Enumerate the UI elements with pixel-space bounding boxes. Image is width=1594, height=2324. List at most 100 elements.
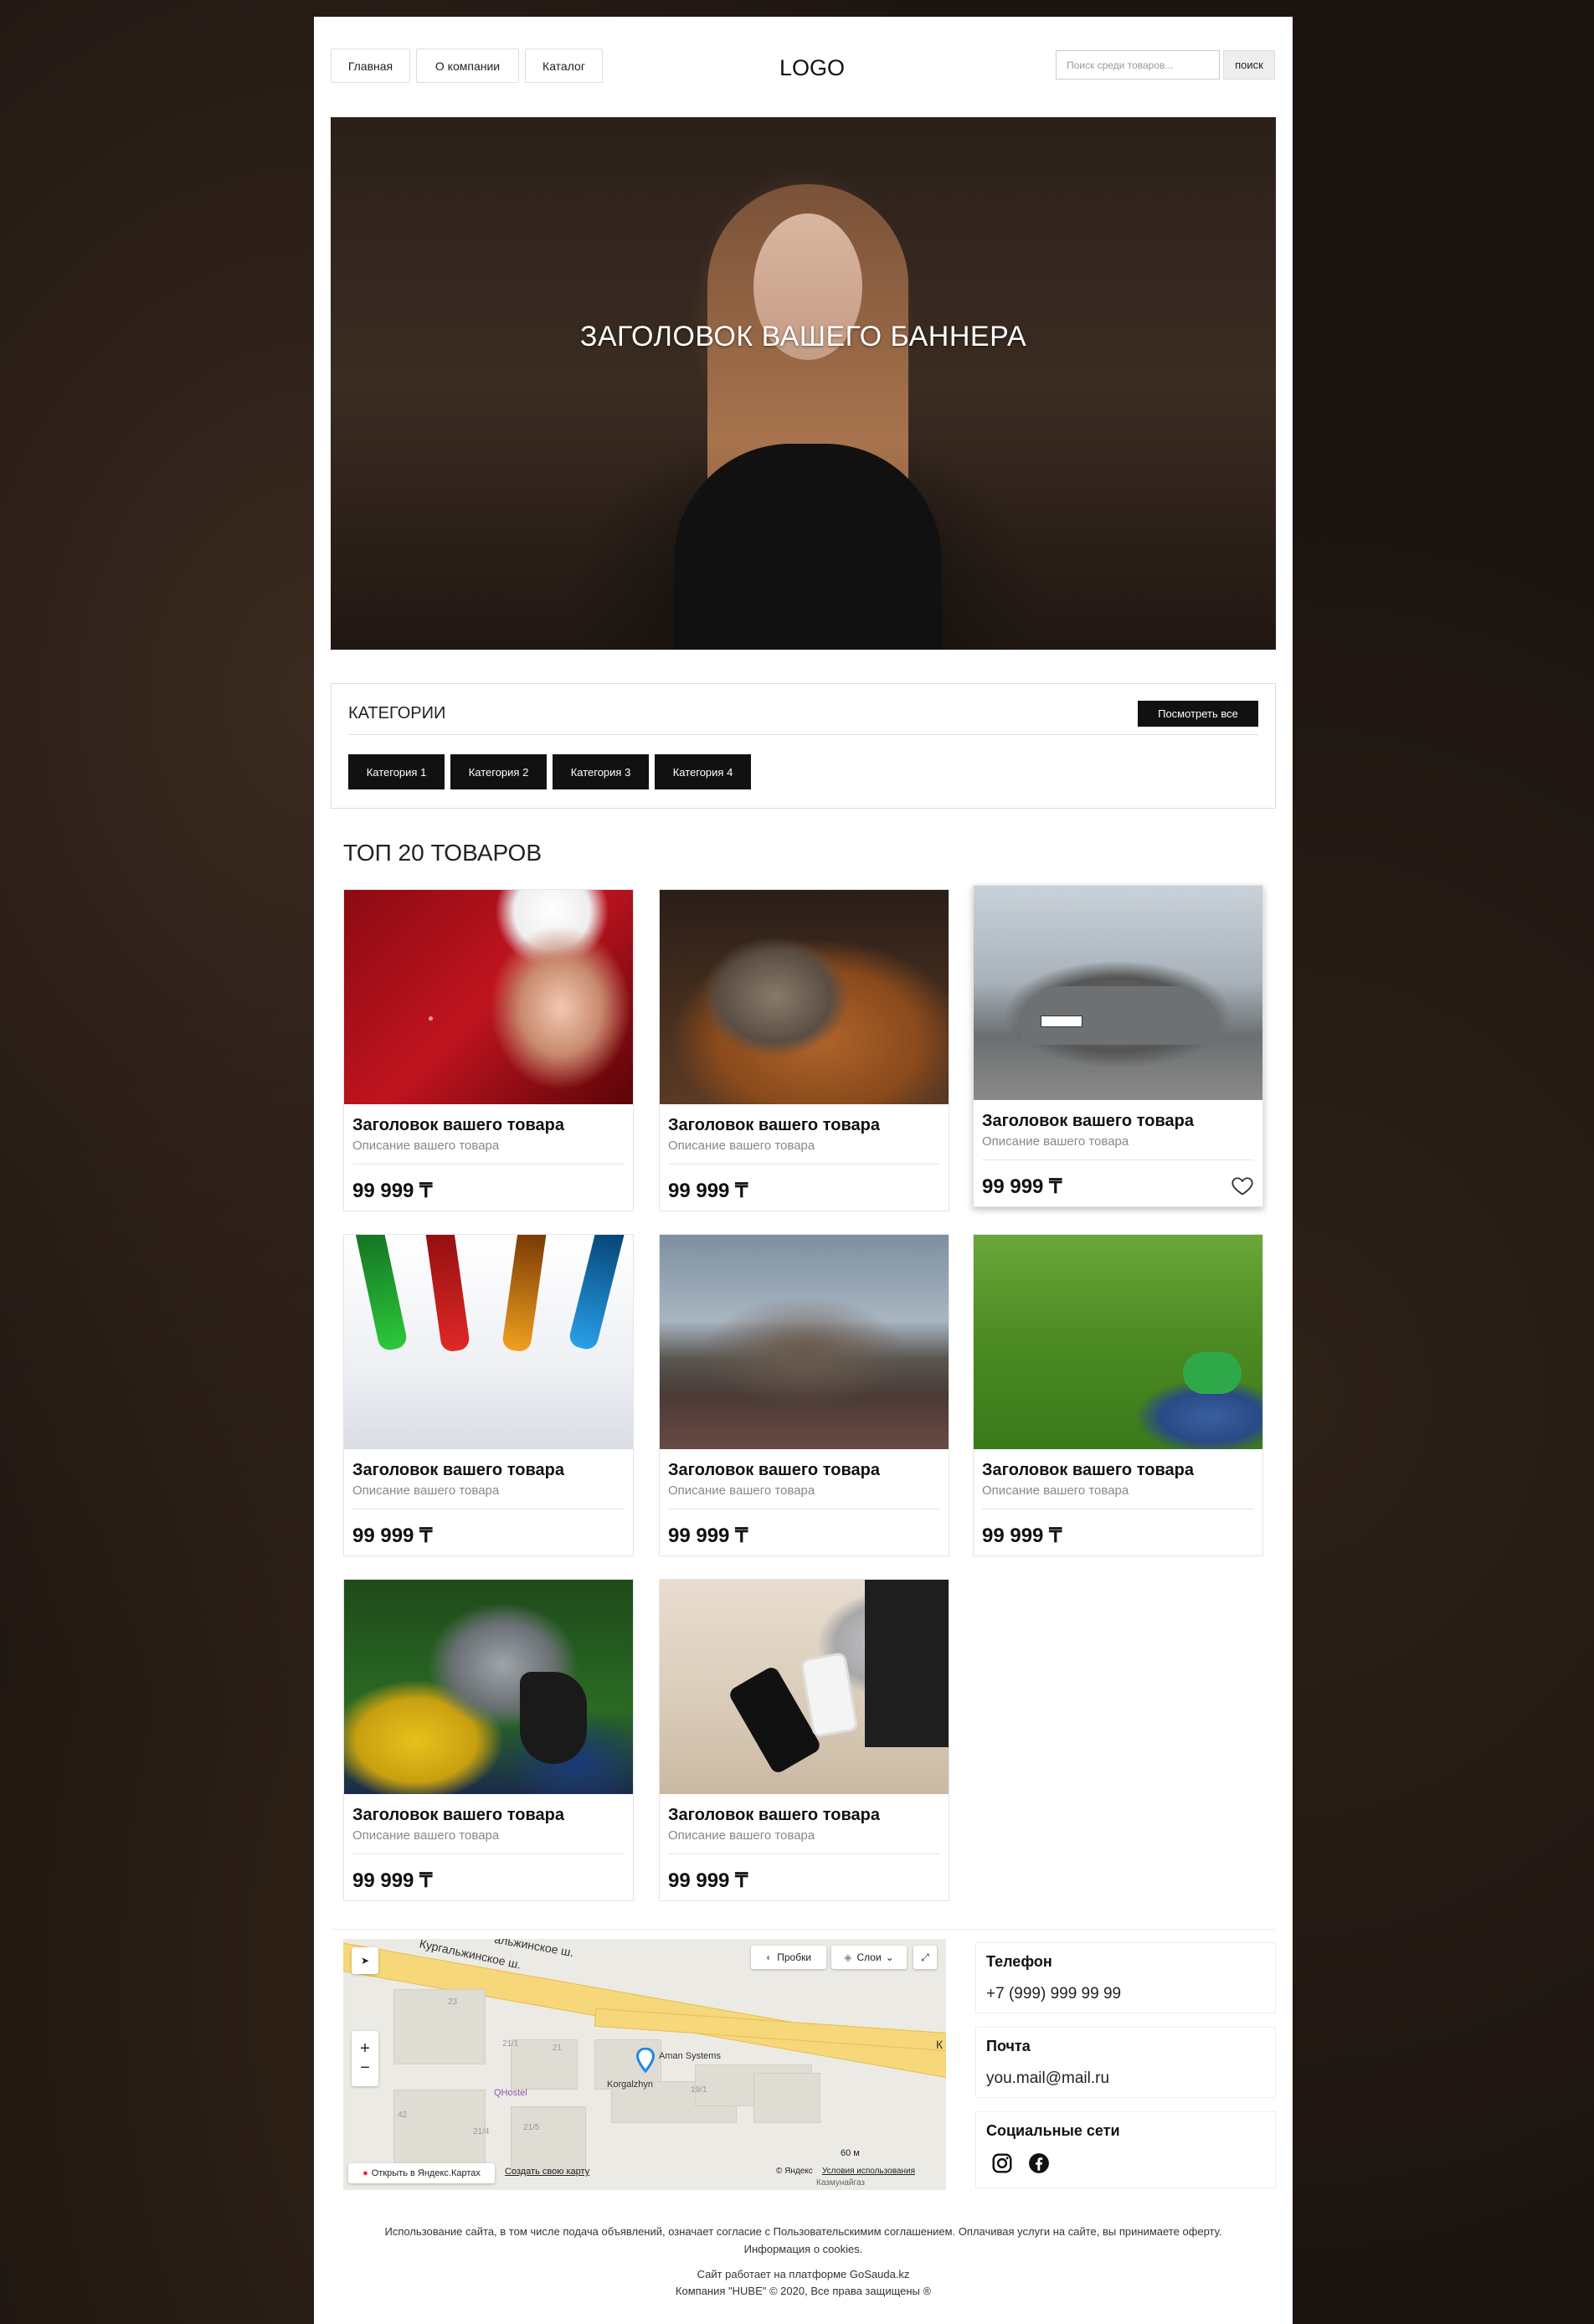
category-button[interactable]: Категория 4 (655, 754, 751, 789)
zoom-out-icon[interactable]: − (360, 2059, 370, 2078)
product-price: 99 999 ₸ (352, 1524, 433, 1547)
divider (668, 1164, 940, 1165)
product-image[interactable] (660, 1235, 949, 1449)
product-card[interactable]: Заголовок вашего товара Описание вашего … (659, 1579, 949, 1901)
divider (331, 1929, 1276, 1930)
yandex-pin-icon: ● (363, 2168, 368, 2178)
product-card[interactable]: Заголовок вашего товара Описание вашего … (343, 889, 634, 1211)
nav-catalog[interactable]: Каталог (525, 49, 603, 83)
nav-home[interactable]: Главная (331, 49, 410, 83)
hero-banner[interactable]: ЗАГОЛОВОК ВАШЕГО БАННЕРА (331, 117, 1276, 650)
category-button[interactable]: Категория 1 (348, 754, 445, 789)
map-label: 21 (553, 2044, 563, 2053)
product-image[interactable] (974, 886, 1262, 1100)
nav-about[interactable]: О компании (416, 49, 519, 83)
product-card[interactable]: Заголовок вашего товара Описание вашего … (973, 885, 1263, 1207)
traffic-button[interactable]: ◐ Пробки (751, 1946, 826, 1969)
product-title[interactable]: Заголовок вашего товара (668, 1116, 880, 1135)
product-title[interactable]: Заголовок вашего товара (352, 1116, 564, 1135)
product-image[interactable] (344, 1235, 633, 1449)
footer-agreement: Использование сайта, в том числе подача … (384, 2225, 1222, 2238)
bottle (352, 1235, 409, 1353)
zoom-in-icon[interactable]: + (360, 2039, 370, 2059)
create-map-link[interactable]: Создать свою карту (505, 2167, 589, 2177)
instagram-icon[interactable] (991, 2152, 1013, 2174)
product-description: Описание вашего товара (982, 1134, 1129, 1149)
building (753, 2073, 820, 2123)
fullscreen-icon[interactable]: ⤢ (913, 1946, 937, 1969)
product-card[interactable]: Заголовок вашего товара Описание вашего … (659, 889, 949, 1211)
page: Главная О компании Каталог LOGO Поиск ср… (314, 17, 1293, 2324)
view-all-button[interactable]: Посмотреть все (1138, 701, 1258, 727)
phone-label: Телефон (986, 1953, 1052, 1970)
sneaker (1183, 1352, 1242, 1394)
map-label: 21/1 (502, 2039, 519, 2049)
product-image[interactable] (660, 1580, 949, 1794)
category-button[interactable]: Категория 3 (553, 754, 649, 789)
open-yandex-maps-button[interactable]: ● Открыть в Яндекс.Картах (348, 2163, 495, 2183)
map-label: 21/5 (523, 2123, 540, 2132)
product-price: 99 999 ₸ (668, 1180, 748, 1202)
footer-cookies-link[interactable]: Информация о cookies. (314, 2243, 1293, 2255)
product-description: Описание вашего товара (668, 1139, 815, 1153)
geolocation-icon[interactable]: ➤ (352, 1947, 378, 1974)
product-image[interactable] (344, 890, 633, 1104)
banner-image-body (674, 444, 942, 650)
contact-email: Почта you.mail@mail.ru (975, 2027, 1276, 2098)
phone-value[interactable]: +7 (999) 999 99 99 (986, 1985, 1121, 2003)
divider (982, 1159, 1254, 1160)
product-title[interactable]: Заголовок вашего товара (352, 1461, 564, 1480)
plate (1041, 1015, 1082, 1027)
map-label: 23 (448, 1998, 458, 2007)
product-description: Описание вашего товара (352, 1139, 500, 1153)
laptop-shape (865, 1580, 949, 1747)
category-button[interactable]: Категория 2 (450, 754, 547, 789)
product-description: Описание вашего товара (668, 1828, 815, 1843)
product-description: Описание вашего товара (352, 1483, 500, 1498)
map-pin-icon[interactable] (636, 2048, 655, 2073)
product-title[interactable]: Заголовок вашего товара (668, 1461, 880, 1480)
product-card[interactable]: Заголовок вашего товара Описание вашего … (343, 1234, 634, 1556)
product-title[interactable]: Заголовок вашего товара (352, 1806, 564, 1825)
product-price: 99 999 ₸ (982, 1524, 1062, 1547)
zoom-control[interactable]: + − (352, 2031, 378, 2086)
logo[interactable]: LOGO (770, 55, 854, 81)
social-label: Социальные сети (986, 2122, 1120, 2139)
contact-social: Социальные сети (975, 2111, 1276, 2188)
bottle (424, 1235, 471, 1353)
product-title[interactable]: Заголовок вашего товара (982, 1461, 1194, 1480)
product-card[interactable]: Заголовок вашего товара Описание вашего … (343, 1579, 634, 1901)
map-scale: 60 м (841, 2148, 860, 2158)
facebook-icon[interactable] (1028, 2152, 1050, 2174)
building (393, 2090, 486, 2165)
map[interactable]: Кургальжинское ш. альжинское ш. Korgalzh… (343, 1939, 946, 2190)
product-price: 99 999 ₸ (352, 1180, 433, 1202)
divider (352, 1164, 625, 1165)
traffic-label: Пробки (777, 1951, 812, 1963)
map-label: 21/4 (473, 2127, 490, 2136)
top-products-title: ТОП 20 ТОВАРОВ (343, 840, 542, 866)
parrot-beak (520, 1672, 587, 1764)
layers-button[interactable]: ◈ Слои ⌄ (831, 1946, 907, 1969)
product-image[interactable] (344, 1580, 633, 1794)
product-image[interactable] (660, 890, 949, 1104)
product-card[interactable]: Заголовок вашего товара Описание вашего … (973, 1234, 1263, 1556)
footer-copyright: Компания "HUBE" © 2020, Все права защище… (675, 2285, 932, 2297)
email-value[interactable]: you.mail@mail.ru (986, 2069, 1109, 2088)
product-card[interactable]: Заголовок вашего товара Описание вашего … (659, 1234, 949, 1556)
heart-icon[interactable] (1231, 1174, 1254, 1197)
product-image[interactable] (974, 1235, 1262, 1449)
map-label: 42 (398, 2111, 408, 2120)
map-label: 19/1 (691, 2085, 707, 2095)
banner-title: ЗАГОЛОВОК ВАШЕГО БАННЕРА (579, 321, 1027, 352)
search-input[interactable]: Поиск среди товаров... (1056, 50, 1220, 80)
search-button[interactable]: поиск (1223, 50, 1275, 80)
email-label: Почта (986, 2038, 1031, 2054)
product-description: Описание вашего товара (352, 1828, 500, 1843)
traffic-icon: ◐ (765, 1951, 773, 1963)
header: Главная О компании Каталог LOGO Поиск ср… (331, 49, 1276, 85)
product-title[interactable]: Заголовок вашего товара (668, 1806, 880, 1825)
product-title[interactable]: Заголовок вашего товара (982, 1112, 1194, 1131)
product-description: Описание вашего товара (668, 1483, 815, 1498)
map-terms-link[interactable]: Условия использования (822, 2167, 915, 2176)
